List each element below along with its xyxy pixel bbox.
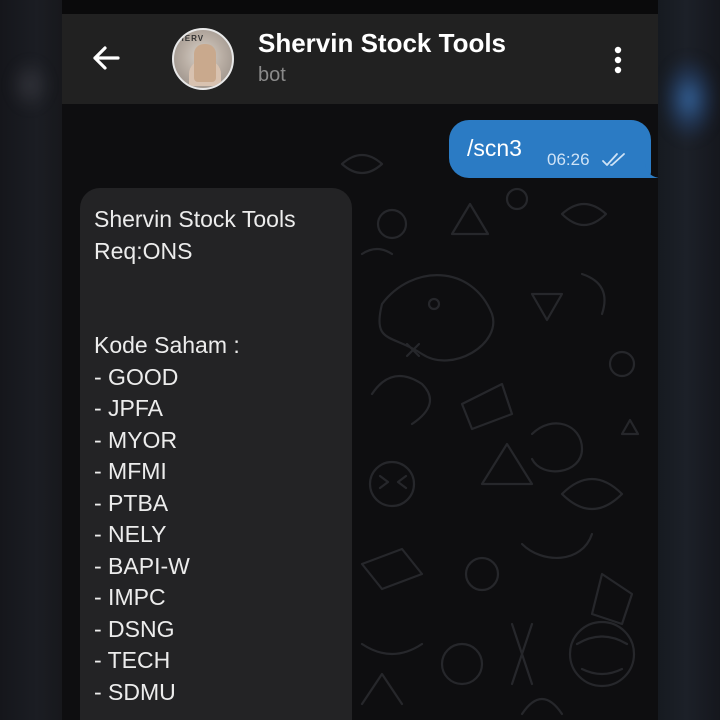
chat-title[interactable]: Shervin Stock Tools [258,28,506,59]
incoming-message-text: Shervin Stock Tools Req:ONS Kode Saham :… [94,204,296,708]
message-line: - MFMI [94,458,167,484]
message-line: - TECH [94,647,171,673]
message-line: - PTBA [94,489,169,516]
back-button[interactable] [86,38,126,78]
incoming-message[interactable]: Shervin Stock Tools Req:ONS Kode Saham :… [80,188,352,720]
message-line: - NELY [94,521,167,547]
message-line: - DSNG [94,615,175,642]
message-time: 06:26 [547,150,590,169]
outgoing-message-text: /scn3 [467,135,522,161]
menu-button[interactable] [608,42,628,78]
message-line [94,267,296,299]
blurred-background-right [658,0,720,720]
message-line: - JPFA [94,395,164,421]
blurred-background-left [0,0,62,720]
message-line: - MYOR [94,426,178,453]
bubble-tail [645,164,658,178]
message-line: Kode Saham : [94,332,240,358]
message-line: - BAPI-W [94,552,190,579]
chat-subtitle: bot [258,64,286,86]
telegram-chat-screen: HERV Shervin Stock Tools bot /scn3 06:26… [62,0,658,720]
more-vertical-icon [614,46,622,74]
message-list[interactable]: /scn3 06:26 Shervin Stock Tools Req:ONS … [62,104,658,720]
message-line: - GOOD [94,363,179,390]
message-line: Shervin Stock Tools [94,206,296,232]
message-line: - IMPC [94,584,166,610]
arrow-left-icon [93,46,120,70]
message-line [94,299,296,331]
message-line: Req:ONS [94,237,193,264]
avatar[interactable]: HERV [172,28,234,90]
double-check-icon [602,153,625,166]
message-line: - SDMU [94,678,176,705]
chat-header: HERV Shervin Stock Tools bot [62,14,658,104]
outgoing-message[interactable]: /scn3 06:26 [449,120,658,178]
status-bar [62,0,658,14]
